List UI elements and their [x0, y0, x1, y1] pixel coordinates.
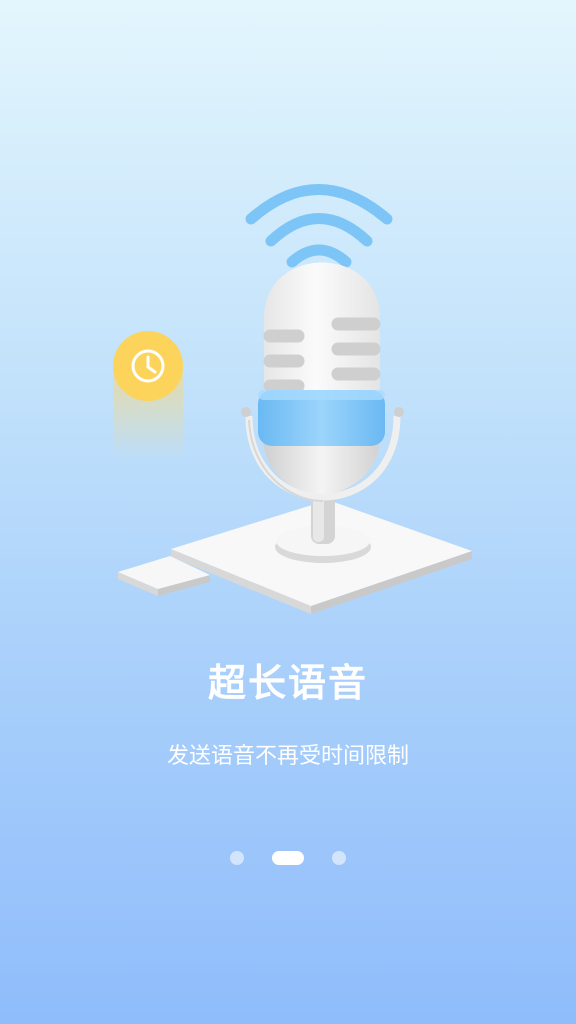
page-dot-2-active[interactable]	[272, 851, 304, 865]
page-title: 超长语音	[207, 661, 368, 705]
clock-icon	[113, 331, 183, 460]
page-dot-3[interactable]	[332, 851, 346, 865]
microphone-illustration	[113, 184, 472, 614]
page-indicator	[0, 851, 576, 865]
page-subtitle: 发送语音不再受时间限制	[166, 744, 409, 769]
page-dot-1[interactable]	[230, 851, 244, 865]
wifi-signal-icon	[245, 184, 393, 268]
microphone-icon	[241, 262, 404, 563]
